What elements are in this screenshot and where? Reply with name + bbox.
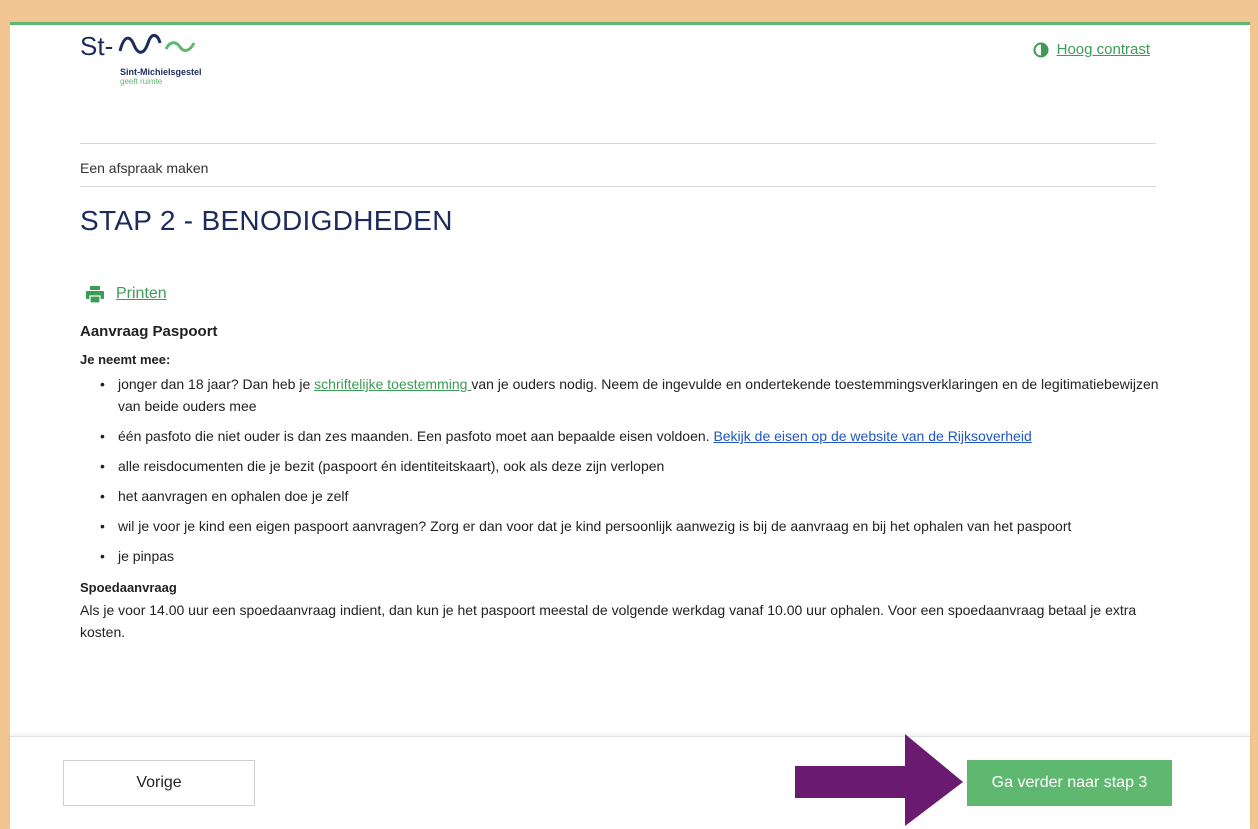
rijksoverheid-link[interactable]: Bekijk de eisen op de website van de Rij… [713,428,1031,444]
previous-button[interactable]: Vorige [63,760,255,806]
list-item-text: jonger dan 18 jaar? Dan heb je [118,376,315,392]
list-item: je pinpas [100,545,1160,567]
list-item: alle reisdocumenten die je bezit (paspoo… [100,455,1160,477]
divider [80,143,1156,144]
list-item-text: één pasfoto die niet ouder is dan zes ma… [118,428,714,444]
logo-tagline: geeft ruimte [120,77,163,86]
print-link[interactable]: Printen [116,285,167,303]
page-title: STAP 2 - BENODIGDHEDEN [80,205,453,236]
high-contrast-toggle[interactable]: Hoog contrast [1033,41,1150,58]
site-logo[interactable]: St- Sint-Michielsgestel geeft ruimte [80,29,280,99]
requirements-list: jonger dan 18 jaar? Dan heb je schriftel… [80,373,1160,567]
page-container: St- Sint-Michielsgestel geeft ruimte Hoo… [10,22,1250,829]
print-button[interactable]: Printen [86,285,167,303]
footer-bar: Vorige Ga verder naar stap 3 [10,736,1250,827]
spoed-text: Als je voor 14.00 uur een spoedaanvraag … [80,602,1137,640]
divider [80,186,1156,187]
written-consent-link[interactable]: schriftelijke toestemming [314,376,471,392]
arrow-right-icon [795,734,963,826]
breadcrumb: Een afspraak maken [80,160,209,176]
list-item: jonger dan 18 jaar? Dan heb je schriftel… [100,373,1160,417]
list-item: wil je voor je kind een eigen paspoort a… [100,515,1160,537]
section-subheading: Je neemt mee: [80,352,171,367]
next-step-button[interactable]: Ga verder naar stap 3 [967,760,1172,806]
logo-text: Sint-Michielsgestel [120,67,202,77]
high-contrast-label[interactable]: Hoog contrast [1057,41,1150,58]
svg-text:St-: St- [80,31,113,61]
section-heading: Aanvraag Paspoort [80,323,218,340]
printer-icon [86,285,104,303]
list-item: één pasfoto die niet ouder is dan zes ma… [100,425,1160,447]
list-item: het aanvragen en ophalen doe je zelf [100,485,1160,507]
spoed-heading: Spoedaanvraag [80,580,177,595]
requirements-section: Aanvraag Paspoort Je neemt mee: jonger d… [80,321,1160,643]
contrast-icon [1033,42,1049,57]
logo-wave-icon: St- [80,31,196,61]
